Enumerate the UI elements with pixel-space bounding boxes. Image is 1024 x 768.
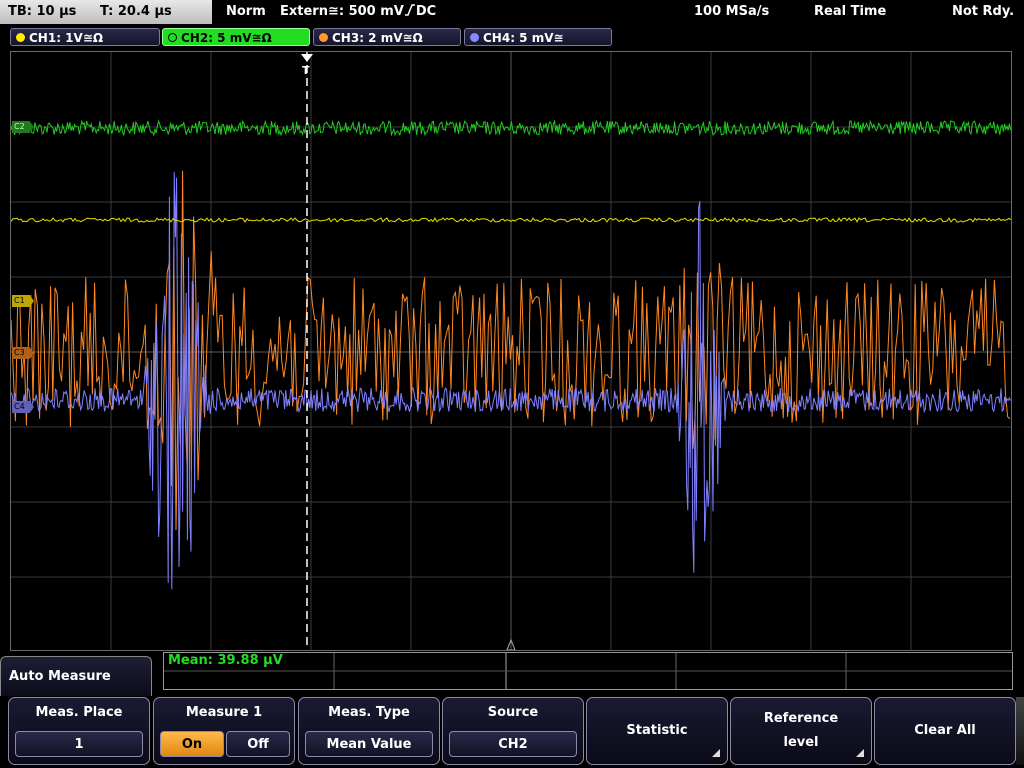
ch4-color-dot xyxy=(470,33,479,42)
source-button[interactable]: Source CH2 xyxy=(442,697,584,765)
trigger-mode: Norm xyxy=(226,4,266,19)
measurement-result: Mean: 39.88 µV xyxy=(168,653,283,668)
submenu-arrow-icon xyxy=(712,749,720,757)
timebase-readout: TB: 10 µs xyxy=(8,4,77,19)
trigger-time-readout: T: 20.4 µs xyxy=(100,4,172,19)
trigger-state: Not Rdy. xyxy=(952,4,1015,19)
ch3-label: CH3: 2 mV≅Ω xyxy=(332,31,423,45)
meas-place-title: Meas. Place xyxy=(35,705,123,720)
ch2-label: CH2: 5 mV≅Ω xyxy=(181,31,272,45)
source-value[interactable]: CH2 xyxy=(449,731,577,757)
clear-all-button[interactable]: Clear All xyxy=(874,697,1016,765)
ch2-offset-marker[interactable]: C2 xyxy=(12,121,34,133)
timebase-box[interactable]: TB: 10 µs T: 20.4 µs xyxy=(0,0,212,24)
sample-rate: 100 MSa/s xyxy=(694,4,770,19)
reference-level-label: Reference level xyxy=(763,711,839,750)
reference-level-button[interactable]: Reference level xyxy=(730,697,872,765)
rising-edge-icon xyxy=(404,4,415,16)
statistic-label: Statistic xyxy=(626,723,688,738)
ch1-offset-marker[interactable]: C1 xyxy=(12,295,34,307)
acquisition-mode: Real Time xyxy=(814,4,887,19)
submenu-arrow-icon xyxy=(856,749,864,757)
trigger-label: T xyxy=(302,64,310,77)
channel-tab-ch4[interactable]: CH4: 5 mV≅ xyxy=(464,28,612,46)
channel-bar: CH1: 1V≅Ω CH2: 5 mV≅Ω CH3: 2 mV≅Ω CH4: 5… xyxy=(0,26,1024,48)
menu-title: Auto Measure xyxy=(0,656,152,696)
waveform-canvas xyxy=(11,52,1011,650)
channel-tab-ch3[interactable]: CH3: 2 mV≅Ω xyxy=(313,28,461,46)
channel-tab-ch2[interactable]: CH2: 5 mV≅Ω xyxy=(162,28,310,46)
meas-place-button[interactable]: Meas. Place 1 xyxy=(8,697,150,765)
ch4-label: CH4: 5 mV≅ xyxy=(483,31,564,45)
measurement-panel xyxy=(163,652,1013,690)
measure1-button[interactable]: Measure 1 On Off xyxy=(153,697,295,765)
source-title: Source xyxy=(487,705,539,720)
meas-place-value[interactable]: 1 xyxy=(15,731,143,757)
waveform-display[interactable]: T xyxy=(10,51,1012,651)
menu-scroll-edge[interactable] xyxy=(1016,697,1024,765)
clear-all-label: Clear All xyxy=(914,723,976,738)
ch3-color-dot xyxy=(319,33,328,42)
measure1-title: Measure 1 xyxy=(185,705,263,720)
meas-type-button[interactable]: Meas. Type Mean Value xyxy=(298,697,440,765)
ch3-offset-marker[interactable]: C3 xyxy=(12,347,34,359)
ch2-color-dot xyxy=(168,33,177,42)
trigger-source-level: Extern≅: 500 mV DC xyxy=(280,4,437,19)
statistic-button[interactable]: Statistic xyxy=(586,697,728,765)
ch1-color-dot xyxy=(16,33,25,42)
ch4-offset-marker[interactable]: C4 xyxy=(12,401,34,413)
channel-tab-ch1[interactable]: CH1: 1V≅Ω xyxy=(10,28,160,46)
measure1-on-toggle[interactable]: On xyxy=(160,731,224,757)
ch1-label: CH1: 1V≅Ω xyxy=(29,31,104,45)
meas-type-value[interactable]: Mean Value xyxy=(305,731,433,757)
status-bar: TB: 10 µs T: 20.4 µs Norm Extern≅: 500 m… xyxy=(0,0,1024,24)
meas-type-title: Meas. Type xyxy=(328,705,410,720)
measure1-off-toggle[interactable]: Off xyxy=(226,731,290,757)
